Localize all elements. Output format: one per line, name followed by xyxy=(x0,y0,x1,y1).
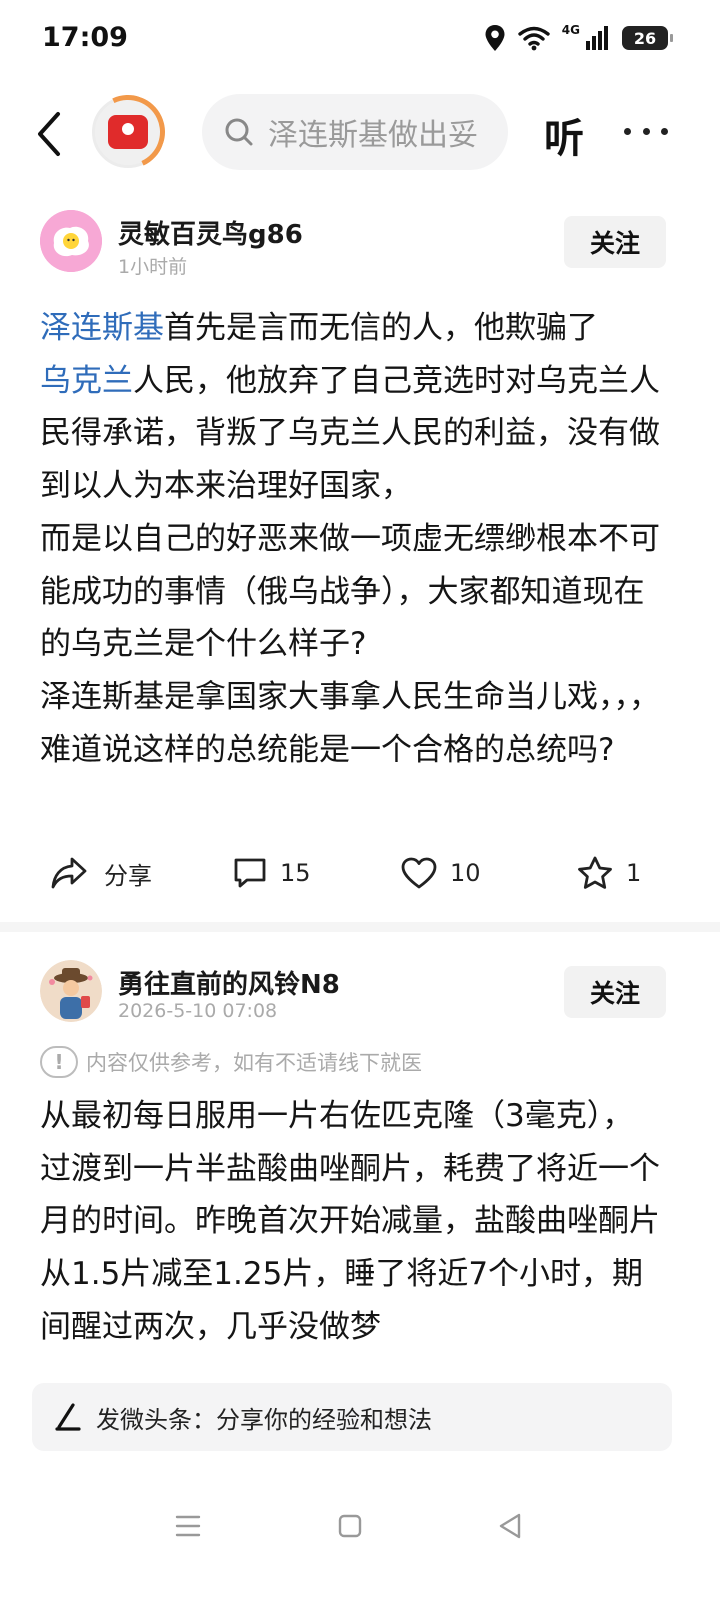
status-bar: 17:09 4G 26 xyxy=(0,0,720,80)
share-icon xyxy=(51,857,87,889)
home-button[interactable] xyxy=(330,1506,370,1546)
author-avatar[interactable] xyxy=(40,210,102,272)
author-avatar[interactable] xyxy=(40,960,102,1022)
home-square-icon xyxy=(338,1514,362,1538)
share-label: 分享 xyxy=(104,861,152,890)
menu-button[interactable] xyxy=(168,1506,208,1546)
post-time: 2026-5-10 07:08 xyxy=(118,1000,278,1022)
listen-button[interactable]: 听 xyxy=(544,106,584,164)
app-logo[interactable] xyxy=(80,84,176,180)
medical-disclaimer: ! 内容仅供参考，如有不适请线下就医 xyxy=(40,1046,422,1078)
top-nav: 泽连斯基做出妥 听 xyxy=(0,84,720,182)
follow-button[interactable]: 关注 xyxy=(564,216,666,268)
like-count: 10 xyxy=(450,859,481,887)
menu-icon xyxy=(175,1515,201,1537)
search-placeholder: 泽连斯基做出妥 xyxy=(268,118,478,153)
status-time: 17:09 xyxy=(42,22,128,53)
star-icon xyxy=(578,856,612,889)
post-text: 首先是言而无信的人，他欺骗了 xyxy=(164,310,598,346)
post-actions: 分享 15 10 1 xyxy=(0,843,720,903)
warning-icon: ! xyxy=(40,1046,78,1078)
pen-icon xyxy=(55,1403,81,1431)
wifi-icon xyxy=(518,26,550,51)
back-button[interactable] xyxy=(30,108,70,160)
back-triangle-icon xyxy=(499,1513,521,1539)
more-dot-icon xyxy=(642,127,650,135)
post-text: 人民，他放弃了自己竞选时对乌克兰人民得承诺，背叛了乌克兰人民的利益，没有做到以人… xyxy=(40,362,660,505)
post-body: 泽连斯基首先是言而无信的人，他欺骗了 乌克兰人民，他放弃了自己竞选时对乌克兰人民… xyxy=(40,302,660,776)
comment-button[interactable]: 15 xyxy=(232,843,311,903)
more-dot-icon xyxy=(624,127,631,135)
share-button[interactable]: 分享 xyxy=(50,843,152,903)
post-text: 而是以自己的好恶来做一项虚无缥缈根本不可能成功的事情（俄乌战争），大家都知道现在… xyxy=(40,520,660,663)
search-icon xyxy=(225,118,253,146)
status-icons: 4G 26 xyxy=(484,23,673,52)
system-nav-bar xyxy=(0,1490,720,1560)
comment-icon xyxy=(234,858,266,888)
post-time: 1小时前 xyxy=(118,256,188,278)
network-type: 4G xyxy=(561,23,580,37)
favorite-button[interactable]: 1 xyxy=(576,843,641,903)
post-body: 从最初每日服用一片右佐匹克隆（3毫克），过渡到一片半盐酸曲唑酮片，耗费了将近一个… xyxy=(40,1098,660,1345)
author-name[interactable]: 灵敏百灵鸟g86 xyxy=(118,214,303,251)
favorite-count: 1 xyxy=(626,859,642,887)
topic-link[interactable]: 泽连斯基 xyxy=(40,310,164,346)
disclaimer-text: 内容仅供参考，如有不适请线下就医 xyxy=(86,1051,422,1075)
topic-link[interactable]: 乌克兰 xyxy=(40,363,133,399)
compose-placeholder: 发微头条：分享你的经验和想法 xyxy=(96,1405,432,1434)
search-input[interactable]: 泽连斯基做出妥 xyxy=(202,94,508,170)
compose-input[interactable]: 发微头条：分享你的经验和想法 xyxy=(32,1383,672,1451)
comment-count: 15 xyxy=(280,859,311,887)
avatar-cartoon-icon xyxy=(40,960,102,1022)
location-icon xyxy=(485,25,505,51)
battery-indicator: 26 xyxy=(622,26,673,50)
author-name[interactable]: 勇往直前的风铃N8 xyxy=(118,964,340,1001)
more-dot-icon xyxy=(661,127,668,135)
avatar-egg-icon xyxy=(40,210,102,272)
more-options-button[interactable] xyxy=(624,116,668,146)
signal-icon xyxy=(586,26,608,50)
heart-icon xyxy=(401,857,437,889)
red-packet-icon xyxy=(108,115,148,149)
post-text: 泽连斯基是拿国家大事拿人民生命当儿戏，，，难道说这样的总统能是一个合格的总统吗? xyxy=(40,678,660,768)
back-arrow-icon xyxy=(38,112,60,156)
post-divider xyxy=(0,922,720,932)
back-nav-button[interactable] xyxy=(490,1506,530,1546)
follow-button[interactable]: 关注 xyxy=(564,966,666,1018)
like-button[interactable]: 10 xyxy=(400,843,481,903)
